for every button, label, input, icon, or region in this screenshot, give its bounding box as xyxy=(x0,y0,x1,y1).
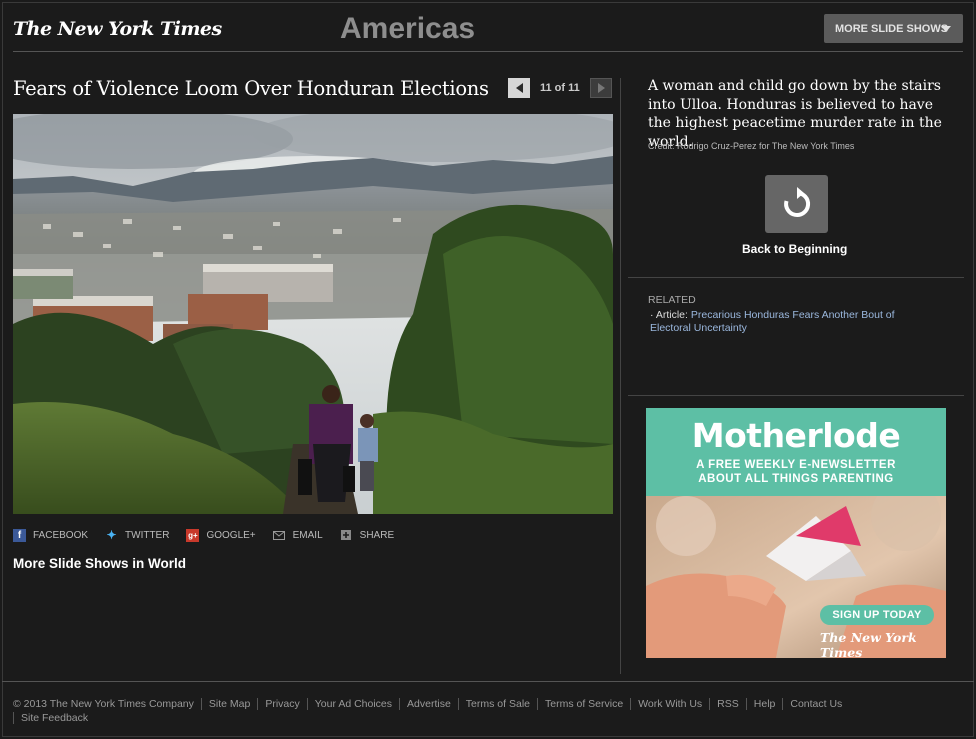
back-to-beginning-label[interactable]: Back to Beginning xyxy=(742,242,847,256)
restart-icon xyxy=(783,187,810,217)
more-slide-shows-label: MORE SLIDE SHOWS xyxy=(835,22,949,35)
arrow-right-icon xyxy=(597,83,605,93)
more-slide-shows-world-link[interactable]: More Slide Shows in World xyxy=(13,556,186,571)
photo-illustration xyxy=(13,114,613,514)
related-prefix: Article: xyxy=(655,309,688,321)
previous-slide-button[interactable] xyxy=(508,78,530,98)
photo-credit: Credit: Rodrigo Cruz-Perez for The New Y… xyxy=(648,141,855,151)
slide-caption: A woman and child go down by the stairs … xyxy=(648,78,942,150)
facebook-label: FACEBOOK xyxy=(33,529,89,541)
sidebar-divider-2 xyxy=(628,395,964,396)
copyright: © 2013 The New York Times Company xyxy=(13,698,194,710)
footer-link-ad-choices[interactable]: Your Ad Choices xyxy=(315,698,392,710)
footer-link-contact-us[interactable]: Contact Us xyxy=(790,698,842,710)
share-label: SHARE xyxy=(359,529,395,541)
envelope-icon xyxy=(273,529,286,542)
column-divider xyxy=(620,78,621,674)
ad-subtitle: A FREE WEEKLY E-NEWSLETTER ABOUT ALL THI… xyxy=(646,458,946,486)
sign-up-button[interactable]: SIGN UP TODAY xyxy=(820,605,934,625)
facebook-share-button[interactable]: f FACEBOOK xyxy=(13,528,89,542)
google-label: GOOGLE+ xyxy=(206,529,256,541)
footer-link-work-with-us[interactable]: Work With Us xyxy=(638,698,702,710)
footer-divider xyxy=(2,681,974,682)
ad-title: Motherlode xyxy=(691,416,901,455)
footer: © 2013 The New York Times Company Site Ma… xyxy=(13,697,913,725)
footer-link-advertise[interactable]: Advertise xyxy=(407,698,451,710)
arrow-left-icon xyxy=(515,83,523,93)
ad-subtitle-line2: ABOUT ALL THINGS PARENTING xyxy=(698,473,894,485)
google-share-button[interactable]: g+ GOOGLE+ xyxy=(186,528,256,542)
nyt-logo[interactable]: The New York Times xyxy=(13,18,222,40)
email-share-button[interactable]: EMAIL xyxy=(273,529,323,542)
related-article: · Article: Precarious Honduras Fears Ano… xyxy=(650,309,930,335)
footer-link-help[interactable]: Help xyxy=(754,698,776,710)
ad-subtitle-line1: A FREE WEEKLY E-NEWSLETTER xyxy=(696,459,896,471)
twitter-icon: ✦ xyxy=(106,528,117,542)
motherlode-ad[interactable]: Motherlode A FREE WEEKLY E-NEWSLETTER AB… xyxy=(646,408,946,658)
caret-down-icon xyxy=(941,26,951,32)
slide-counter: 11 of 11 xyxy=(540,82,580,94)
section-title[interactable]: Americas xyxy=(340,12,475,46)
share-bar: f FACEBOOK ✦ TWITTER g+ GOOGLE+ EMAIL SH… xyxy=(13,527,411,543)
slideshow-headline: Fears of Violence Loom Over Honduran Ele… xyxy=(13,77,489,100)
header-divider xyxy=(13,51,963,52)
twitter-label: TWITTER xyxy=(125,529,170,541)
related-heading: RELATED xyxy=(648,294,696,306)
next-slide-button[interactable] xyxy=(590,78,612,98)
footer-link-rss[interactable]: RSS xyxy=(717,698,739,710)
footer-link-terms-of-sale[interactable]: Terms of Sale xyxy=(466,698,530,710)
footer-link-terms-of-service[interactable]: Terms of Service xyxy=(545,698,623,710)
footer-link-site-map[interactable]: Site Map xyxy=(209,698,250,710)
plus-icon xyxy=(340,529,353,542)
footer-link-privacy[interactable]: Privacy xyxy=(265,698,299,710)
more-slide-shows-button[interactable]: MORE SLIDE SHOWS xyxy=(824,14,963,43)
facebook-icon: f xyxy=(13,528,26,542)
sidebar-divider-1 xyxy=(628,277,964,278)
footer-link-site-feedback[interactable]: Site Feedback xyxy=(21,712,88,724)
twitter-share-button[interactable]: ✦ TWITTER xyxy=(105,528,170,542)
email-label: EMAIL xyxy=(292,529,323,541)
slide-photo xyxy=(13,114,613,514)
ad-nyt-logo: The New York Times xyxy=(820,630,917,658)
back-to-beginning-button[interactable] xyxy=(765,175,828,233)
google-plus-icon: g+ xyxy=(186,528,200,542)
more-share-button[interactable]: SHARE xyxy=(340,529,394,542)
